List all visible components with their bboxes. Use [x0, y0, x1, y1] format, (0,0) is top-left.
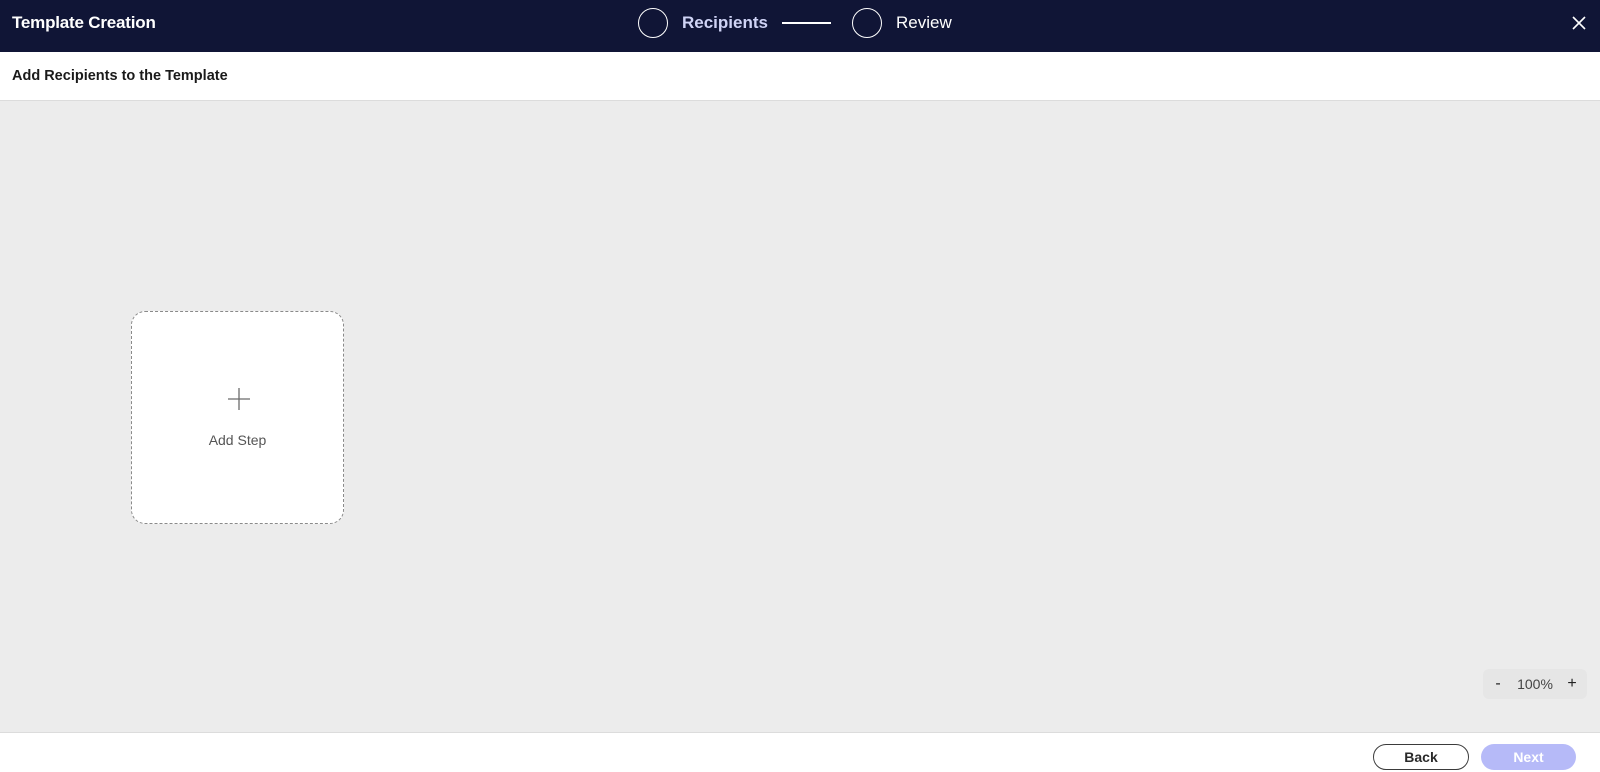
- close-icon: [1572, 16, 1586, 30]
- step-recipients[interactable]: Recipients: [638, 8, 768, 38]
- next-button[interactable]: Next: [1481, 744, 1576, 770]
- close-button[interactable]: [1568, 12, 1590, 34]
- app-title: Template Creation: [12, 13, 156, 32]
- step-review[interactable]: Review: [851, 8, 952, 38]
- step-connector: [781, 22, 831, 24]
- subheader: Add Recipients to the Template: [0, 52, 1600, 101]
- progress-stepper: Recipients Review: [638, 7, 952, 39]
- page-title: Add Recipients to the Template: [12, 68, 228, 84]
- back-button[interactable]: Back: [1373, 744, 1469, 770]
- step-label-recipients: Recipients: [682, 13, 768, 32]
- add-step-label: Add Step: [208, 432, 267, 448]
- top-bar: Template Creation Recipients Review: [0, 0, 1600, 52]
- add-step-card[interactable]: Add Step: [131, 311, 344, 524]
- zoom-level: 100%: [1517, 676, 1553, 692]
- plus-icon: [228, 388, 250, 410]
- step-circle-icon: [638, 8, 668, 38]
- footer-bar: Back Next: [0, 732, 1600, 772]
- zoom-in-button[interactable]: +: [1563, 675, 1581, 693]
- step-circle-icon: [851, 8, 882, 38]
- zoom-control: - 100% +: [1483, 669, 1587, 699]
- workflow-canvas[interactable]: Add Step - 100% +: [0, 101, 1600, 732]
- zoom-out-button[interactable]: -: [1489, 675, 1507, 693]
- step-label-review: Review: [895, 13, 952, 32]
